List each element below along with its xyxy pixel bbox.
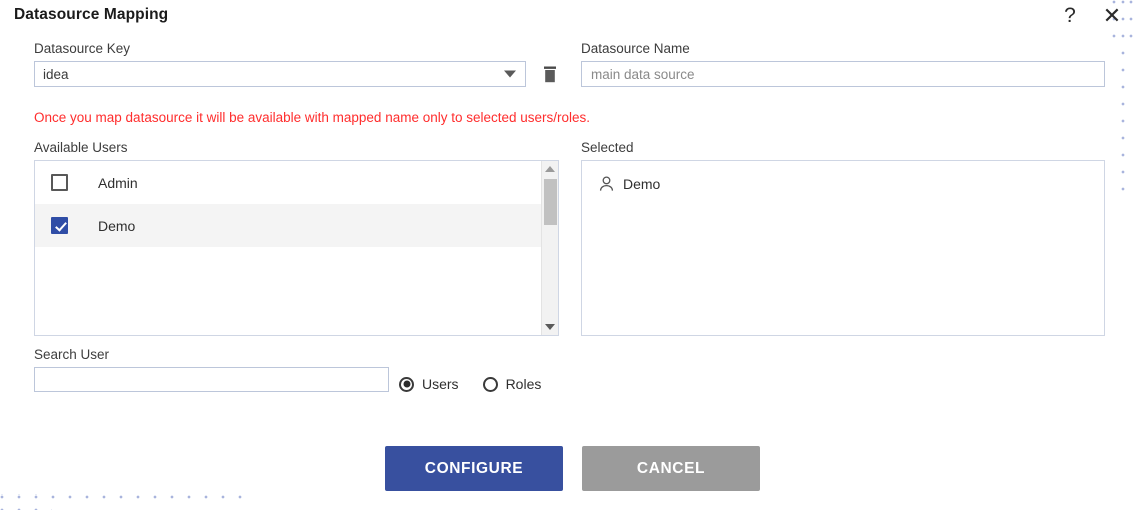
radio-roles-label: Roles (505, 376, 542, 392)
available-users-rows: Admin Demo (35, 161, 541, 335)
available-users-listbox[interactable]: Admin Demo (34, 160, 559, 336)
dialog-actions: CONFIGURE CANCEL (385, 446, 760, 491)
list-item-label: Admin (98, 174, 138, 191)
available-users-scrollbar[interactable] (541, 161, 558, 335)
radio-option-users[interactable]: Users (399, 376, 459, 392)
search-input[interactable] (34, 367, 389, 392)
page-title: Datasource Mapping (14, 6, 169, 23)
list-item[interactable]: Demo (582, 161, 1104, 192)
list-item-label: Demo (98, 217, 136, 234)
trash-icon[interactable] (541, 63, 559, 85)
checkbox-demo[interactable] (51, 217, 68, 234)
list-item[interactable]: Admin (35, 161, 541, 204)
radio-users-icon[interactable] (399, 376, 414, 392)
configure-button[interactable]: CONFIGURE (385, 446, 563, 491)
selected-panel: Selected Demo (581, 140, 1105, 336)
search-scope-radio-group: Users Roles (399, 376, 541, 392)
cancel-button[interactable]: CANCEL (582, 446, 760, 491)
close-icon[interactable]: ✕ (1100, 4, 1124, 28)
selected-listbox[interactable]: Demo (581, 160, 1105, 336)
radio-option-roles[interactable]: Roles (482, 376, 542, 392)
list-item[interactable]: Demo (35, 204, 541, 247)
search-user-label: Search User (34, 347, 110, 362)
radio-users-label: Users (422, 376, 459, 392)
window-controls: ? ✕ (1058, 4, 1124, 28)
available-users-label: Available Users (34, 140, 128, 155)
datasource-key-select[interactable]: idea (34, 61, 527, 87)
datasource-mapping-dialog: Datasource Mapping ? ✕ Datasource Key id… (0, 0, 1134, 510)
triangle-up-icon[interactable] (545, 166, 555, 172)
available-users-panel: Available Users Admin Demo (34, 140, 559, 336)
datasource-key-row: idea (34, 61, 559, 87)
checkbox-admin[interactable] (51, 174, 68, 191)
list-item-label: Demo (623, 176, 661, 192)
mapping-warning-text: Once you map datasource it will be avail… (34, 110, 591, 125)
chevron-down-icon (504, 70, 517, 78)
selected-label: Selected (581, 140, 634, 155)
search-user-group: Search User (34, 347, 389, 392)
datasource-key-label: Datasource Key (34, 41, 131, 56)
dialog-title-bar: Datasource Mapping (14, 6, 168, 24)
datasource-name-input[interactable] (581, 61, 1105, 87)
scrollbar-thumb[interactable] (544, 179, 557, 225)
help-icon[interactable]: ? (1058, 4, 1082, 28)
datasource-name-group: Datasource Name (581, 41, 1105, 87)
datasource-key-group: Datasource Key idea (34, 41, 559, 87)
triangle-down-icon[interactable] (545, 324, 555, 330)
radio-roles-icon[interactable] (482, 376, 498, 392)
person-icon (599, 176, 614, 192)
datasource-name-label: Datasource Name (581, 41, 690, 56)
datasource-key-value: idea (43, 66, 69, 82)
